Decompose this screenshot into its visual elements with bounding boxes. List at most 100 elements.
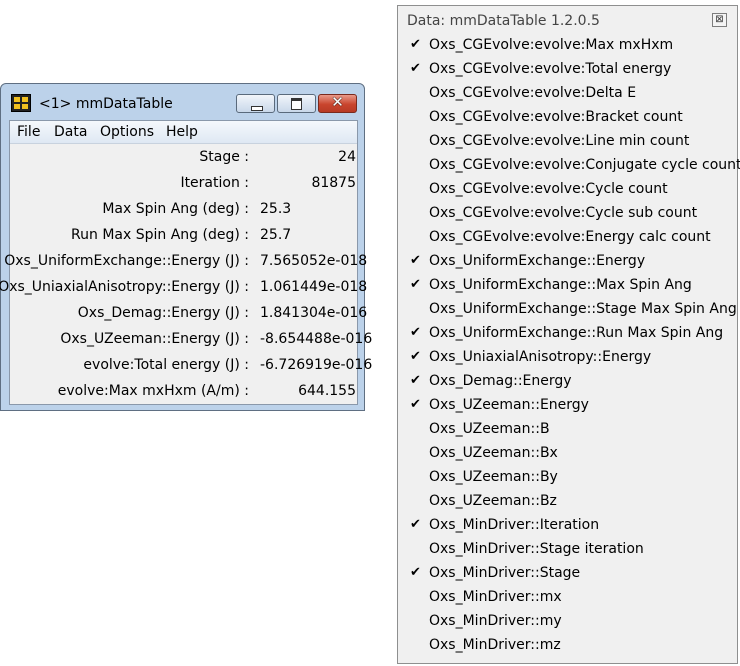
menu-data[interactable]: Data: [54, 124, 87, 140]
checkmark-icon: ✔: [410, 37, 421, 52]
data-item-label: Oxs_UniformExchange::Energy: [429, 253, 646, 269]
table-row: Oxs_UniformExchange::Energy (J) : 7.5650…: [4, 249, 368, 275]
app-icon[interactable]: [11, 94, 31, 112]
data-item-toggle[interactable]: ✔ Oxs_UniformExchange::Max Spin Ang: [398, 274, 737, 298]
row-label: evolve:Max mxHxm (A/m) :: [57, 383, 249, 399]
row-value: 25.3: [260, 201, 292, 217]
checkmark-icon: ✔: [410, 349, 421, 364]
data-item-label: Oxs_MinDriver::mz: [429, 637, 561, 653]
window-title: <1> mmDataTable: [39, 96, 173, 112]
table-row: evolve:Total energy (J) : -6.726919e-016: [10, 353, 373, 379]
row-label: Oxs_Demag::Energy (J) :: [77, 305, 249, 321]
checkmark-icon: ✔: [410, 397, 421, 412]
popup-close-button[interactable]: ⊠: [712, 13, 727, 27]
data-item-label: Oxs_UZeeman::By: [429, 469, 558, 485]
close-button[interactable]: ✕: [318, 93, 357, 113]
checkmark-icon: ✔: [410, 61, 421, 76]
data-item-label: Oxs_MinDriver::Stage iteration: [429, 541, 644, 557]
row-value: 25.7: [260, 227, 292, 243]
menu-help[interactable]: Help: [166, 124, 198, 140]
maximize-button[interactable]: [277, 94, 316, 113]
data-item-label: Oxs_MinDriver::my: [429, 613, 562, 629]
row-value: 644.155: [298, 383, 356, 399]
row-value: 1.841304e-016: [260, 305, 368, 321]
row-value: -6.726919e-016: [260, 357, 373, 373]
data-item-toggle[interactable]: Oxs_MinDriver::my: [398, 610, 737, 634]
data-item-toggle[interactable]: Oxs_MinDriver::Stage iteration: [398, 538, 737, 562]
data-item-label: Oxs_UniformExchange::Max Spin Ang: [429, 277, 692, 293]
data-item-toggle[interactable]: ✔ Oxs_CGEvolve:evolve:Max mxHxm: [398, 34, 737, 58]
data-menu-popup: Data: mmDataTable 1.2.0.5 ⊠ ✔ Oxs_CGEvolv…: [397, 5, 740, 664]
data-item-label: Oxs_UZeeman::Energy: [429, 397, 589, 413]
row-label: Oxs_UniformExchange::Energy (J) :: [4, 253, 249, 269]
data-item-label: Oxs_UniformExchange::Stage Max Spin Ang: [429, 301, 737, 317]
data-item-toggle[interactable]: ✔ Oxs_UniaxialAnisotropy::Energy: [398, 346, 737, 370]
table-row: Oxs_UniaxialAnisotropy::Energy (J) : 1.0…: [0, 275, 368, 301]
data-item-toggle[interactable]: Oxs_CGEvolve:evolve:Conjugate cycle coun…: [398, 154, 740, 178]
row-value: 7.565052e-018: [260, 253, 368, 269]
data-item-toggle[interactable]: ✔ Oxs_Demag::Energy: [398, 370, 737, 394]
data-item-label: Oxs_UZeeman::Bz: [429, 493, 557, 509]
row-label: Oxs_UniaxialAnisotropy::Energy (J) :: [0, 279, 249, 295]
data-item-label: Oxs_CGEvolve:evolve:Max mxHxm: [429, 37, 674, 53]
data-item-label: Oxs_CGEvolve:evolve:Bracket count: [429, 109, 683, 125]
menu-file[interactable]: File: [17, 124, 40, 140]
row-value: 81875: [311, 175, 356, 191]
data-item-toggle[interactable]: Oxs_CGEvolve:evolve:Cycle count: [398, 178, 737, 202]
data-item-label: Oxs_UZeeman::B: [429, 421, 550, 437]
data-item-label: Oxs_CGEvolve:evolve:Delta E: [429, 85, 637, 101]
data-item-toggle[interactable]: Oxs_UZeeman::Bz: [398, 490, 737, 514]
minimize-button[interactable]: [236, 94, 275, 113]
window-client-area: File Data Options Help Stage : 24 Iterat…: [0, 120, 373, 405]
row-label: evolve:Total energy (J) :: [83, 357, 249, 373]
row-label: Oxs_UZeeman::Energy (J) :: [60, 331, 249, 347]
checkmark-icon: ✔: [410, 373, 421, 388]
data-item-label: Oxs_CGEvolve:evolve:Line min count: [429, 133, 690, 149]
data-item-toggle[interactable]: Oxs_MinDriver::mz: [398, 634, 737, 658]
close-icon: ⊠: [715, 14, 724, 25]
data-item-label: Oxs_CGEvolve:evolve:Total energy: [429, 61, 672, 77]
data-item-label: Oxs_UniformExchange::Run Max Spin Ang: [429, 325, 724, 341]
data-item-toggle[interactable]: Oxs_UZeeman::By: [398, 466, 737, 490]
data-item-toggle[interactable]: Oxs_UZeeman::B: [398, 418, 737, 442]
menu-options[interactable]: Options: [100, 124, 154, 140]
data-item-toggle[interactable]: Oxs_CGEvolve:evolve:Delta E: [398, 82, 737, 106]
data-item-toggle[interactable]: Oxs_UniformExchange::Stage Max Spin Ang: [398, 298, 737, 322]
data-item-label: Oxs_UniaxialAnisotropy::Energy: [429, 349, 652, 365]
data-item-toggle[interactable]: Oxs_UZeeman::Bx: [398, 442, 737, 466]
menu-bar: File Data Options Help: [10, 121, 357, 144]
close-icon: ✕: [331, 93, 344, 111]
checkmark-icon: ✔: [410, 517, 421, 532]
row-value: 24: [338, 149, 356, 165]
data-item-toggle[interactable]: Oxs_CGEvolve:evolve:Cycle sub count: [398, 202, 737, 226]
data-item-toggle[interactable]: Oxs_CGEvolve:evolve:Bracket count: [398, 106, 737, 130]
data-item-label: Oxs_MinDriver::Stage: [429, 565, 581, 581]
data-item-toggle[interactable]: ✔ Oxs_MinDriver::Stage: [398, 562, 737, 586]
row-label: Max Spin Ang (deg) :: [102, 201, 249, 217]
table-row: Oxs_UZeeman::Energy (J) : -8.654488e-016: [10, 327, 372, 353]
data-item-toggle[interactable]: ✔ Oxs_UZeeman::Energy: [398, 394, 737, 418]
data-item-toggle[interactable]: Oxs_CGEvolve:evolve:Energy calc count: [398, 226, 737, 250]
row-label: Iteration :: [180, 175, 249, 191]
data-item-list: ✔ Oxs_CGEvolve:evolve:Max mxHxm ✔ Oxs_CGEvo…: [398, 34, 740, 658]
data-item-toggle[interactable]: ✔ Oxs_CGEvolve:evolve:Total energy: [398, 58, 737, 82]
checkmark-icon: ✔: [410, 277, 421, 292]
data-item-label: Oxs_CGEvolve:evolve:Energy calc count: [429, 229, 711, 245]
table-row: Iteration : 81875: [10, 171, 357, 197]
data-item-toggle[interactable]: ✔ Oxs_MinDriver::Iteration: [398, 514, 737, 538]
data-item-label: Oxs_CGEvolve:evolve:Conjugate cycle coun…: [429, 157, 740, 173]
data-item-label: Oxs_MinDriver::Iteration: [429, 517, 600, 533]
data-item-label: Oxs_CGEvolve:evolve:Cycle count: [429, 181, 668, 197]
row-value: 1.061449e-018: [260, 279, 368, 295]
row-label: Stage :: [199, 149, 249, 165]
data-item-toggle[interactable]: Oxs_MinDriver::mx: [398, 586, 737, 610]
checkmark-icon: ✔: [410, 253, 421, 268]
data-item-label: Oxs_Demag::Energy: [429, 373, 572, 389]
data-item-toggle[interactable]: ✔ Oxs_UniformExchange::Run Max Spin Ang: [398, 322, 737, 346]
data-item-toggle[interactable]: ✔ Oxs_UniformExchange::Energy: [398, 250, 737, 274]
data-item-toggle[interactable]: Oxs_CGEvolve:evolve:Line min count: [398, 130, 737, 154]
data-item-label: Oxs_MinDriver::mx: [429, 589, 562, 605]
table-row: Max Spin Ang (deg) : 25.3: [10, 197, 357, 223]
table-row: Run Max Spin Ang (deg) : 25.7: [10, 223, 357, 249]
title-bar[interactable]: <1> mmDataTable ✕: [1, 84, 364, 120]
